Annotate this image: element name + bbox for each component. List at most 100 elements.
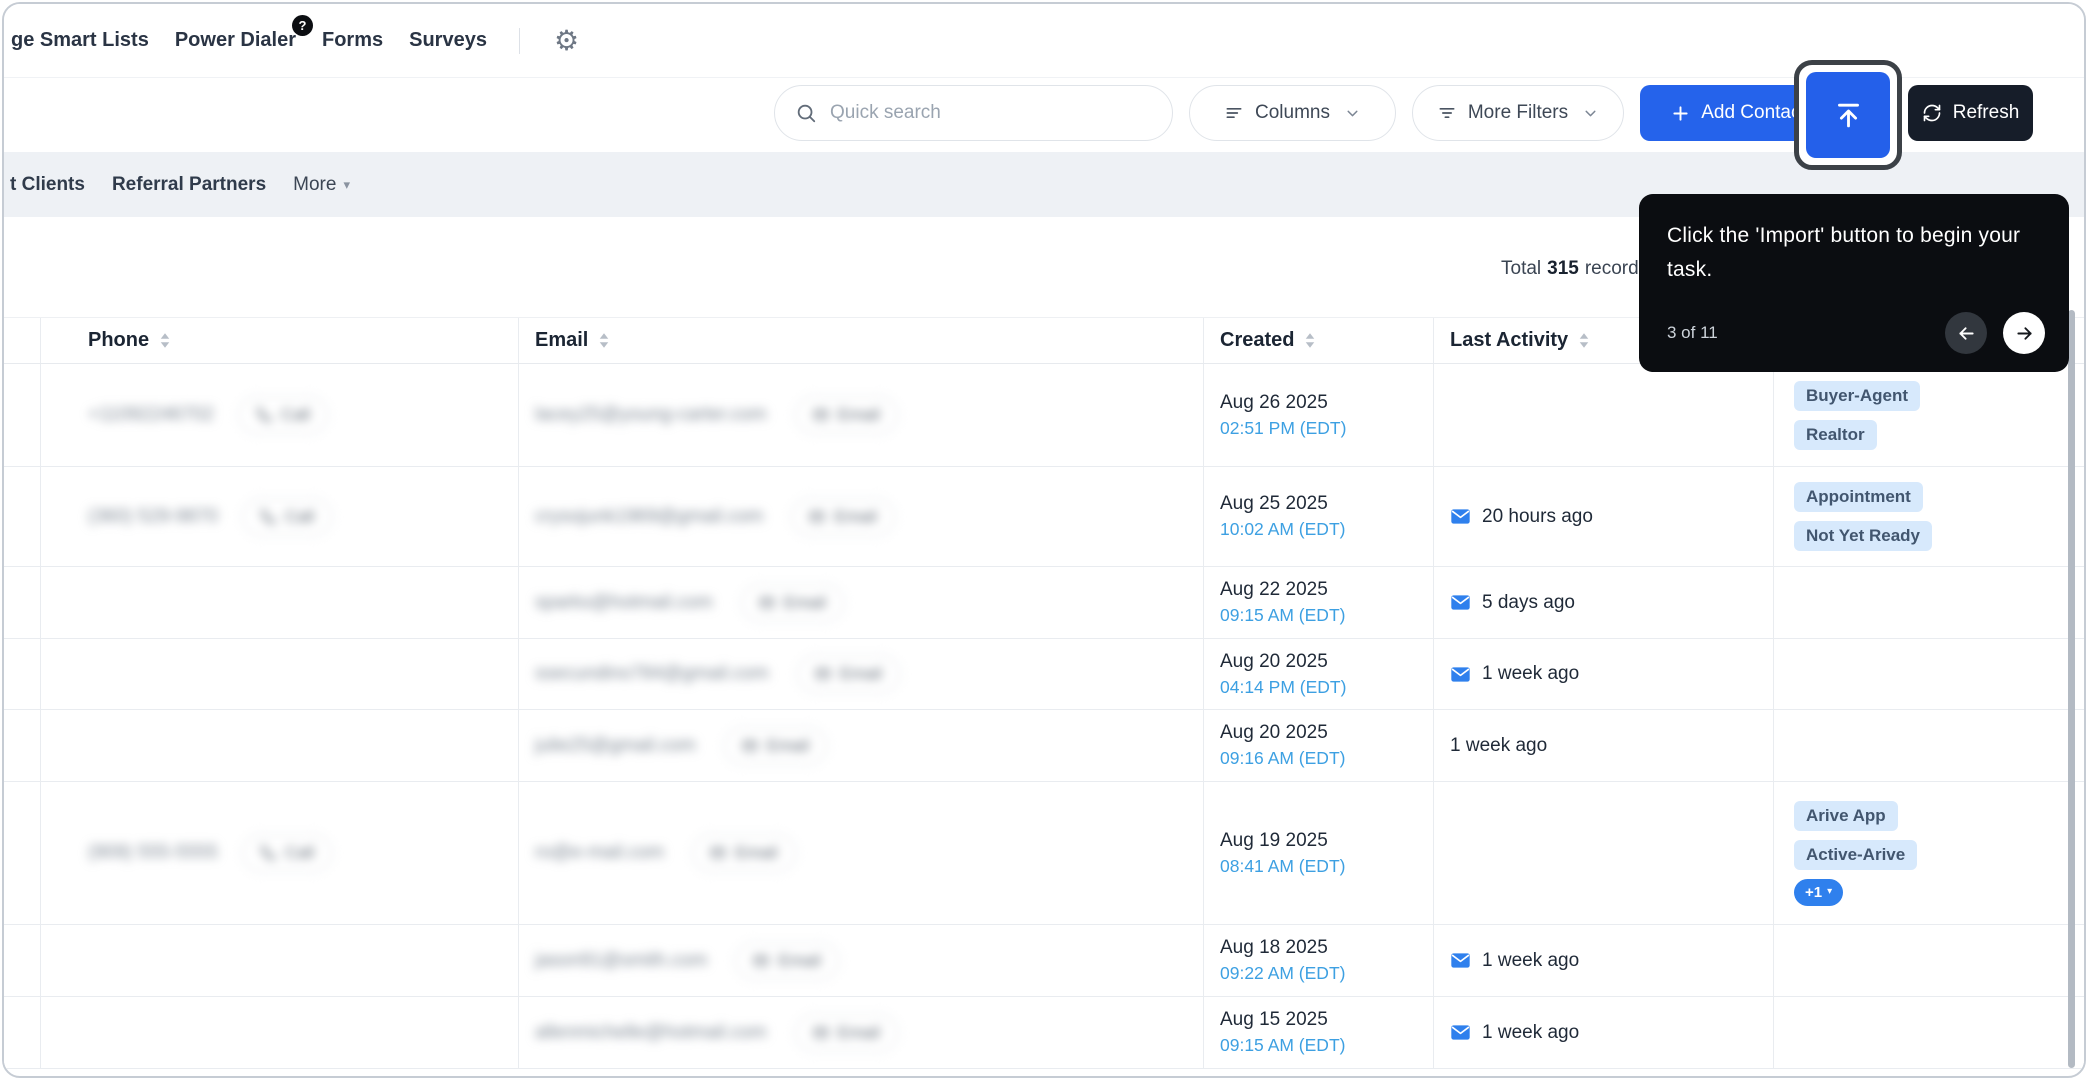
email-button[interactable]: Email: [796, 655, 901, 693]
created-cell: Aug 20 2025 09:16 AM (EDT): [1204, 710, 1434, 781]
tag-badge[interactable]: Not Yet Ready: [1794, 521, 1933, 551]
created-date: Aug 25 2025: [1220, 493, 1328, 514]
arrow-right-icon: [2014, 323, 2035, 344]
sort-icon[interactable]: [598, 332, 610, 349]
tab-clients[interactable]: t Clients: [10, 174, 85, 196]
cutoff-cell: [4, 782, 41, 924]
email-button[interactable]: Email: [791, 497, 895, 536]
nav-item-surveys[interactable]: Surveys: [409, 29, 487, 52]
total-prefix: Total: [1501, 258, 1542, 279]
email-button[interactable]: Email: [735, 941, 839, 980]
email-address: ro@e-mail.com: [535, 842, 665, 863]
email-cell: crysojunk1969@gmail.com Email: [519, 467, 1204, 566]
filter-icon: [1437, 103, 1457, 123]
call-button[interactable]: Call: [241, 834, 333, 872]
import-button[interactable]: [1806, 72, 1890, 158]
created-date: Aug 20 2025: [1220, 722, 1328, 743]
table-row[interactable]: (360) 529-9870 Call crysojunk1969@gmail.…: [4, 467, 2084, 567]
tab-referral-partners[interactable]: Referral Partners: [112, 174, 266, 196]
email-address: lacey25@young-carter.com: [535, 404, 767, 425]
help-badge[interactable]: ?: [292, 15, 313, 36]
nav-item-smart-lists[interactable]: ge Smart Lists: [11, 29, 149, 52]
phone-icon: [256, 407, 272, 423]
phone-icon: [260, 509, 276, 525]
header-created[interactable]: Created: [1204, 318, 1434, 363]
gear-icon[interactable]: ⚙: [554, 26, 579, 55]
last-activity-text: 1 week ago: [1482, 663, 1580, 684]
tag-badge[interactable]: Realtor: [1794, 419, 1877, 450]
last-activity-cell: 1 week ago: [1434, 639, 1774, 709]
email-button[interactable]: Email: [692, 834, 796, 872]
phone-icon: [260, 845, 276, 861]
tag-badge[interactable]: Arive App: [1794, 800, 1898, 831]
more-filters-button[interactable]: More Filters: [1412, 85, 1624, 141]
table-row[interactable]: sparks@hotmail.com Email Aug 22 2025 09:…: [4, 567, 2084, 639]
email-button[interactable]: Email: [794, 396, 899, 434]
email-address: jason91@smith.com: [535, 949, 708, 971]
table-row[interactable]: ssecundino784@gmail.com Email Aug 20 202…: [4, 639, 2084, 710]
sort-icon[interactable]: [1578, 332, 1590, 349]
chevron-down-icon: [1344, 105, 1361, 122]
vertical-scrollbar[interactable]: [2068, 310, 2075, 1068]
more-tags-badge[interactable]: +1 ▾: [1794, 878, 1844, 906]
mail-icon: [759, 595, 775, 611]
refresh-button[interactable]: Refresh: [1908, 85, 2033, 141]
email-cell: jason91@smith.com Email: [519, 925, 1204, 996]
cutoff-cell: [4, 639, 41, 709]
created-date: Aug 26 2025: [1220, 391, 1328, 413]
mail-icon: [710, 845, 726, 861]
cutoff-cell: [4, 710, 41, 781]
sort-icon[interactable]: [159, 332, 171, 349]
email-button[interactable]: Email: [794, 1013, 899, 1052]
tag-badge[interactable]: Active-Arive: [1794, 839, 1918, 870]
search-input[interactable]: [830, 102, 1160, 124]
mail-icon: [1450, 950, 1471, 971]
tag-badge[interactable]: Buyer-Agent: [1794, 380, 1921, 411]
search-box[interactable]: [774, 85, 1173, 141]
email-cell: julie25@gmail.com Email: [519, 710, 1204, 781]
total-count: 315: [1547, 258, 1579, 279]
created-time: 08:41 AM (EDT): [1220, 855, 1346, 876]
previous-step-button[interactable]: [1945, 312, 1987, 354]
email-button[interactable]: Email: [740, 583, 845, 622]
email-cell: ro@e-mail.com Email: [519, 782, 1204, 924]
mail-icon: [809, 509, 825, 525]
table-row[interactable]: allenmichelle@hotmail.com Email Aug 15 2…: [4, 997, 2084, 1069]
call-button[interactable]: Call: [237, 396, 329, 434]
created-time: 09:16 AM (EDT): [1220, 748, 1346, 768]
call-button[interactable]: Call: [241, 497, 333, 536]
email-address: sparks@hotmail.com: [535, 591, 713, 613]
phone-cell: [41, 710, 519, 781]
nav-item-forms[interactable]: Forms: [322, 29, 383, 52]
header-email[interactable]: Email: [519, 318, 1204, 363]
email-cell: lacey25@young-carter.com Email: [519, 364, 1204, 466]
mail-icon: [742, 738, 758, 754]
refresh-icon: [1922, 103, 1942, 123]
cutoff-cell: [4, 364, 41, 466]
created-date: Aug 19 2025: [1220, 829, 1328, 851]
table-row[interactable]: +11092246702 Call lacey25@young-carter.c…: [4, 364, 2084, 467]
tab-more[interactable]: More ▾: [293, 174, 350, 196]
next-step-button[interactable]: [2003, 312, 2045, 354]
nav-item-power-dialer[interactable]: Power Dialer ?: [175, 15, 313, 52]
email-address: allenmichelle@hotmail.com: [535, 1021, 767, 1043]
sort-icon[interactable]: [1304, 332, 1316, 349]
header-phone[interactable]: Phone: [41, 318, 519, 363]
last-activity-cell: 20 hours ago: [1434, 467, 1774, 566]
created-date: Aug 18 2025: [1220, 937, 1328, 958]
app-window: ge Smart Lists Power Dialer ? Forms Surv…: [2, 2, 2086, 1078]
tag-badge[interactable]: Appointment: [1794, 482, 1923, 512]
coach-tooltip: Click the 'Import' button to begin your …: [1639, 194, 2069, 372]
table-row[interactable]: julie25@gmail.com Email Aug 20 2025 09:1…: [4, 710, 2084, 782]
created-time: 09:15 AM (EDT): [1220, 1035, 1346, 1055]
tooltip-message: Click the 'Import' button to begin your …: [1667, 224, 2021, 282]
created-cell: Aug 19 2025 08:41 AM (EDT): [1204, 782, 1434, 924]
table-row[interactable]: jason91@smith.com Email Aug 18 2025 09:2…: [4, 925, 2084, 997]
table-row[interactable]: (909) 555-5555 Call ro@e-mail.com Email …: [4, 782, 2084, 925]
columns-button[interactable]: Columns: [1189, 85, 1396, 141]
cutoff-cell: [4, 567, 41, 638]
email-button[interactable]: Email: [723, 726, 828, 765]
more-filters-label: More Filters: [1467, 102, 1569, 123]
phone-cell: [41, 997, 519, 1068]
created-date: Aug 22 2025: [1220, 579, 1328, 600]
